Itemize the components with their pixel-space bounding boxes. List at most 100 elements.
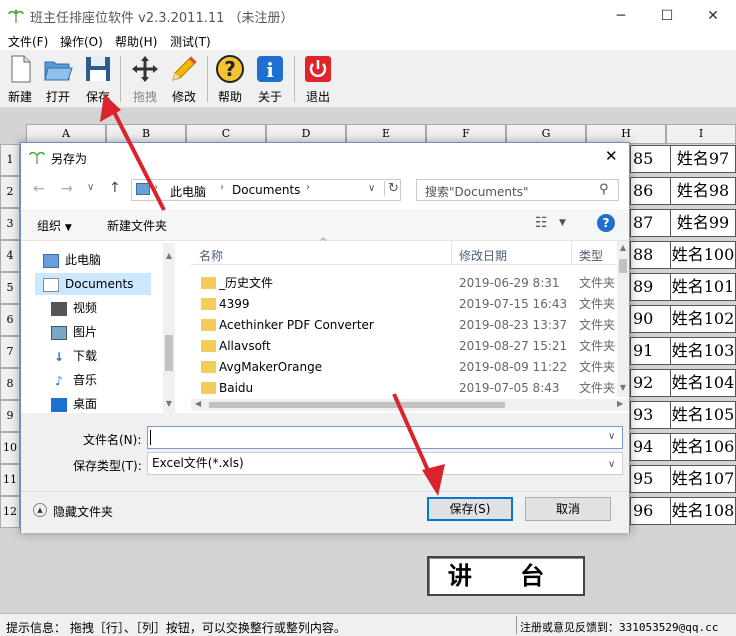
exit-button[interactable]: 退出 <box>302 52 334 104</box>
drag-button[interactable]: 拖拽 <box>128 52 162 104</box>
maximize-button[interactable]: ☐ <box>644 0 690 32</box>
seat-cell[interactable]: 姓名101 <box>670 273 736 301</box>
filename-input[interactable]: ∨ <box>147 426 623 449</box>
column-header[interactable]: F <box>426 124 506 144</box>
row-header[interactable]: 7 <box>0 336 20 368</box>
help-icon[interactable]: ? <box>597 214 615 232</box>
row-header[interactable]: 1 <box>0 144 20 176</box>
seat-cell[interactable]: 姓名105 <box>670 401 736 429</box>
path-segment[interactable]: 此电脑 <box>170 183 206 200</box>
move-arrows-icon <box>132 56 158 82</box>
file-row[interactable]: AvgMakerOrange 2019-08-09 11:22 文件夹 <box>191 357 629 378</box>
file-row[interactable]: 4399 2019-07-15 16:43 文件夹 <box>191 294 629 315</box>
dropdown-chevron-icon[interactable]: ∨ <box>608 431 615 442</box>
column-date[interactable]: 修改日期 <box>459 247 507 264</box>
info-icon: i <box>257 56 283 82</box>
seat-cell[interactable]: 姓名107 <box>670 465 736 493</box>
view-options-icon[interactable]: ☷ <box>535 215 548 231</box>
tree-item-documents[interactable]: Documents <box>35 273 151 295</box>
row-header[interactable]: 8 <box>0 368 20 400</box>
collapse-arrow-icon[interactable]: ▲ <box>33 503 47 517</box>
forward-arrow-icon[interactable]: → <box>61 181 73 197</box>
file-row[interactable]: Acethinker PDF Converter 2019-08-23 13:37… <box>191 315 629 336</box>
seat-cell[interactable]: 姓名104 <box>670 369 736 397</box>
status-bar: 提示信息： 拖拽［行］、［列］按钮，可以交换整行或整列内容。 注册或意见反馈到：… <box>0 613 736 636</box>
new-folder-button[interactable]: 新建文件夹 <box>107 217 167 234</box>
organize-menu[interactable]: 组织 ▼ <box>37 217 72 234</box>
column-header[interactable]: E <box>346 124 426 144</box>
column-header[interactable]: A <box>26 124 106 144</box>
row-header[interactable]: 4 <box>0 240 20 272</box>
app-logo-icon <box>29 151 45 164</box>
file-list-vscrollbar[interactable]: ▲ ▼ <box>617 241 629 397</box>
column-header[interactable]: C <box>186 124 266 144</box>
menu-help[interactable]: 帮助(H) <box>115 33 157 50</box>
row-header[interactable]: 9 <box>0 400 20 432</box>
row-header[interactable]: 10 <box>0 432 20 464</box>
search-input[interactable]: 搜索"Documents" ⚲ <box>416 179 619 201</box>
scrollbar-thumb[interactable] <box>165 335 173 371</box>
seat-cell[interactable]: 姓名103 <box>670 337 736 365</box>
tree-scrollbar[interactable]: ▲ ▼ <box>163 243 175 413</box>
scrollbar-thumb[interactable] <box>209 402 505 408</box>
column-name[interactable]: 名称 <box>199 247 223 264</box>
menu-test[interactable]: 测试(T) <box>170 33 211 50</box>
podium-label: 讲 台 <box>427 556 585 596</box>
seat-cell[interactable]: 姓名99 <box>670 209 736 237</box>
seat-cell[interactable]: 姓名98 <box>670 177 736 205</box>
seat-cell[interactable]: 姓名106 <box>670 433 736 461</box>
back-arrow-icon[interactable]: ← <box>33 181 45 197</box>
seat-cell[interactable]: 姓名100 <box>670 241 736 269</box>
column-header[interactable]: B <box>106 124 186 144</box>
address-bar[interactable]: › 此电脑 › Documents › ∨ ↻ <box>131 179 401 201</box>
row-header[interactable]: 3 <box>0 208 20 240</box>
row-header[interactable]: 11 <box>0 464 20 496</box>
row-header[interactable]: 5 <box>0 272 20 304</box>
tree-item-this-pc[interactable]: 此电脑 <box>43 249 183 271</box>
column-header[interactable]: G <box>506 124 586 144</box>
column-header[interactable]: I <box>666 124 736 144</box>
dialog-nav-bar: ← → ∨ ↑ › 此电脑 › Documents › ∨ ↻ 搜索"Docum… <box>21 173 629 207</box>
filename-label: 文件名(N): <box>83 433 142 447</box>
menu-file[interactable]: 文件(F) <box>8 33 48 50</box>
menu-operate[interactable]: 操作(O) <box>60 33 103 50</box>
dialog-title: 另存为 <box>51 152 88 166</box>
search-icon[interactable]: ⚲ <box>599 182 609 197</box>
row-header[interactable]: 12 <box>0 496 20 528</box>
about-button[interactable]: i 关于 <box>254 52 286 104</box>
dropdown-arrow-icon: ▼ <box>64 223 72 233</box>
filetype-select[interactable]: Excel文件(*.xls) ∨ <box>147 452 623 475</box>
row-header[interactable]: 6 <box>0 304 20 336</box>
column-type[interactable]: 类型 <box>579 247 603 264</box>
file-row[interactable]: Allavsoft 2019-08-27 15:21 文件夹 <box>191 336 629 357</box>
file-date: 2019-08-27 15:21 <box>459 339 568 353</box>
save-button[interactable]: 保存 <box>82 52 114 104</box>
seat-cell[interactable]: 姓名97 <box>670 145 736 173</box>
minimize-button[interactable]: ─ <box>598 0 644 32</box>
help-button[interactable]: ? 帮助 <box>214 52 246 104</box>
seat-cell[interactable]: 姓名102 <box>670 305 736 333</box>
up-arrow-icon[interactable]: ↑ <box>109 180 121 196</box>
view-dropdown-icon[interactable]: ▼ <box>559 218 566 228</box>
file-row[interactable]: _历史文件 2019-06-29 8:31 文件夹 <box>191 273 629 294</box>
address-dropdown-icon[interactable]: ∨ <box>368 183 375 194</box>
scrollbar-thumb[interactable] <box>619 259 627 273</box>
file-date: 2019-06-29 8:31 <box>459 276 560 290</box>
file-list-hscrollbar[interactable]: ◀ ▶ <box>191 399 629 411</box>
dialog-save-button[interactable]: 保存(S) <box>427 497 513 521</box>
edit-button[interactable]: 修改 <box>168 52 200 104</box>
close-button[interactable]: ✕ <box>690 0 736 32</box>
row-header[interactable]: 2 <box>0 176 20 208</box>
column-header[interactable]: H <box>586 124 666 144</box>
new-button[interactable]: 新建 <box>4 52 36 104</box>
open-button[interactable]: 打开 <box>42 52 74 104</box>
dialog-close-icon[interactable]: ✕ <box>605 147 618 165</box>
path-segment[interactable]: Documents <box>232 183 300 197</box>
seat-cell[interactable]: 姓名108 <box>670 497 736 525</box>
hide-folders-link[interactable]: 隐藏文件夹 <box>53 503 113 520</box>
recent-chevron-icon[interactable]: ∨ <box>87 182 94 193</box>
file-row[interactable]: Baidu 2019-07-05 8:43 文件夹 <box>191 378 629 399</box>
column-header[interactable]: D <box>266 124 346 144</box>
refresh-icon[interactable]: ↻ <box>384 181 399 196</box>
dialog-cancel-button[interactable]: 取消 <box>525 497 611 521</box>
